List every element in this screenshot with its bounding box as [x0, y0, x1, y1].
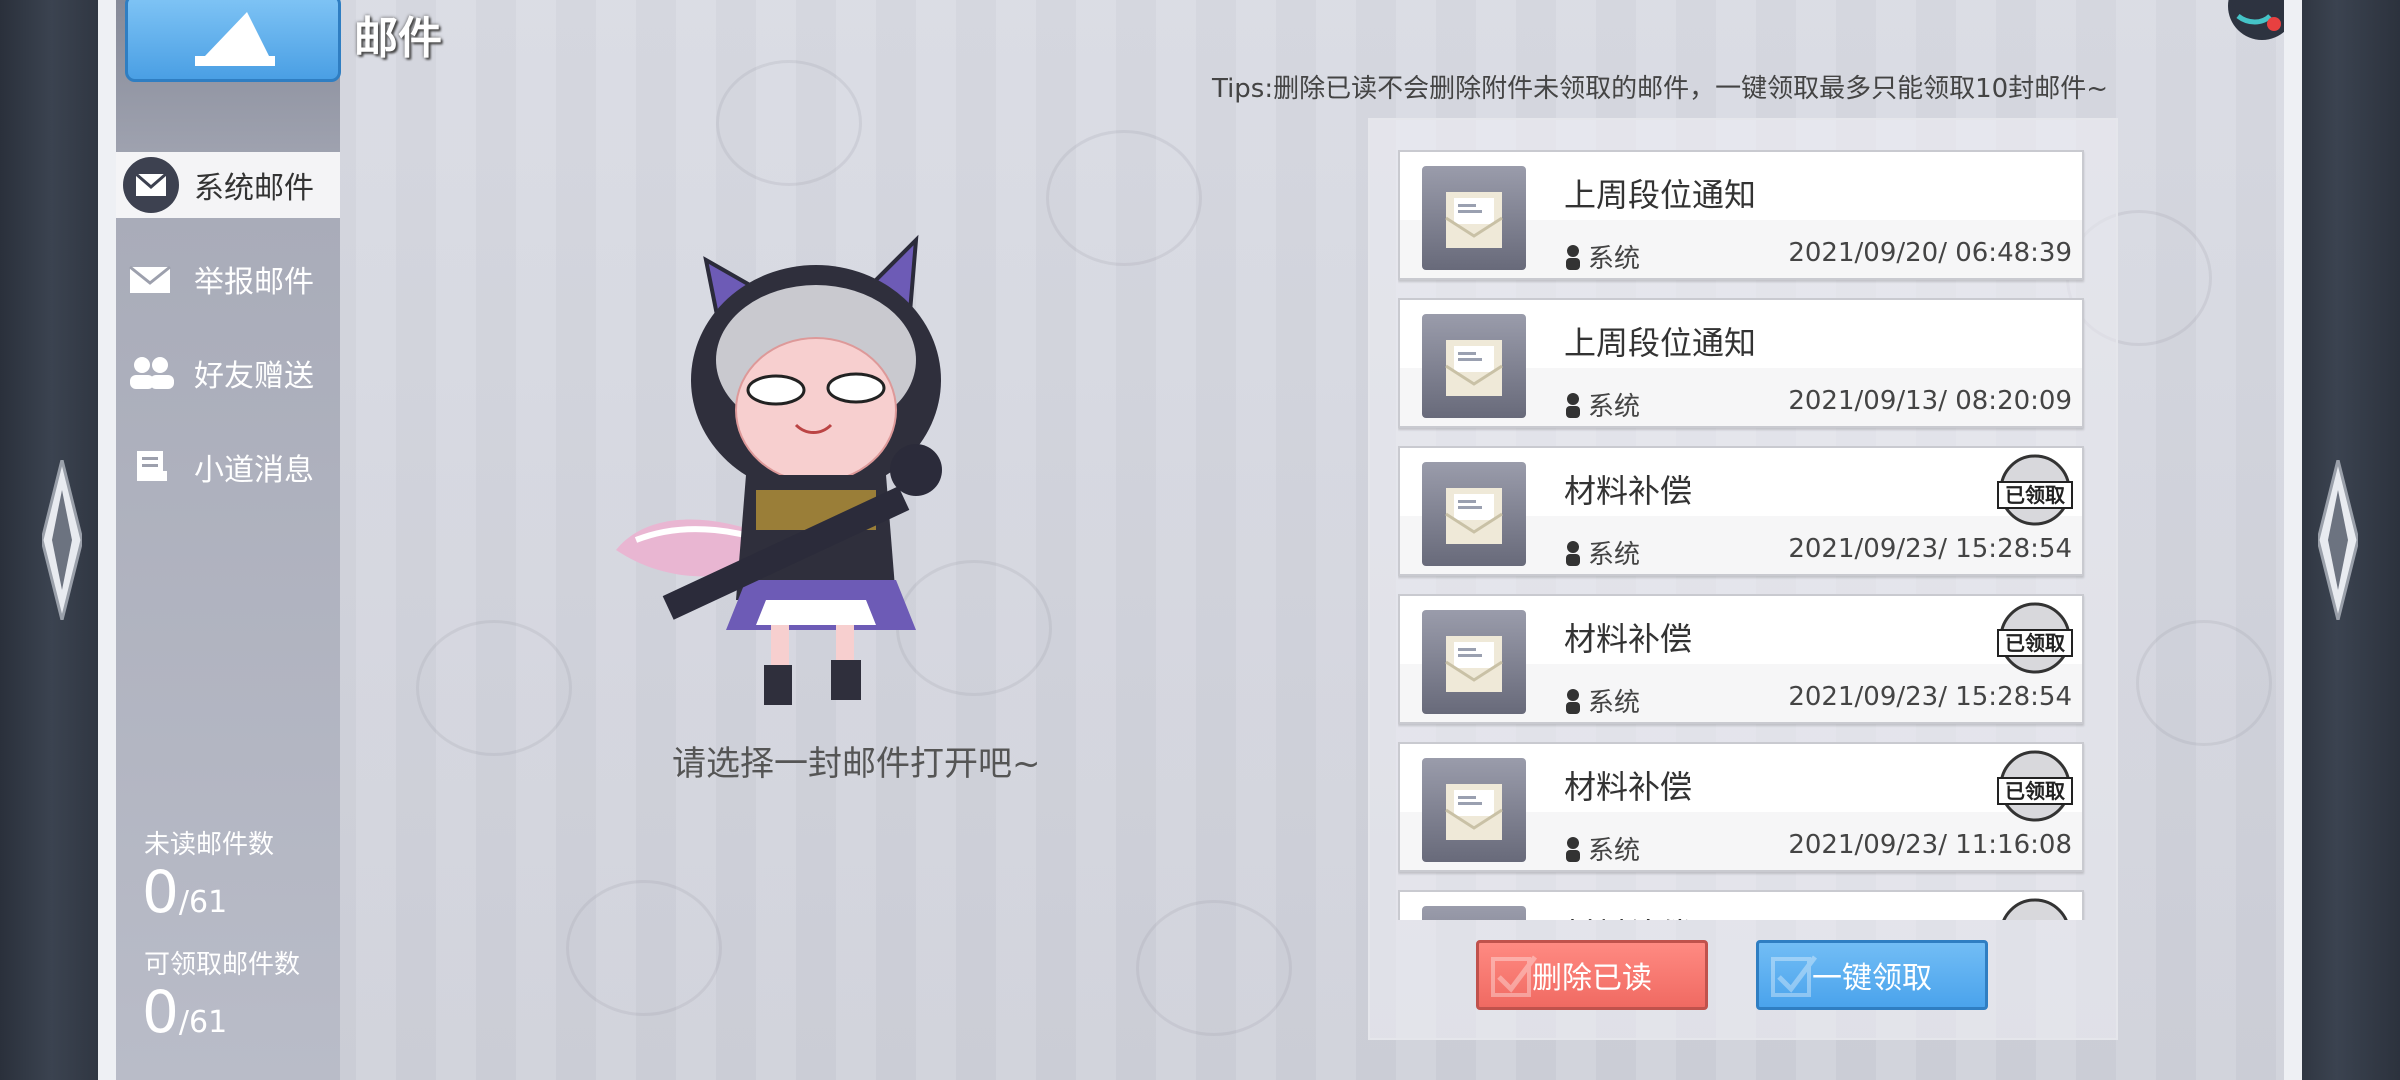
sidebar: 系统邮件 举报邮件 好友赠送 小道消息 未读邮件数 0/61 可领取邮件数 0/…	[116, 0, 341, 1080]
envelope-icon	[122, 156, 180, 214]
bg-doodle	[2136, 620, 2272, 746]
mail-sender: 系统	[1564, 682, 1640, 719]
mail-date: 2021/09/23/ 15:28:54	[1788, 682, 2072, 712]
svg-text:已领取: 已领取	[2005, 779, 2065, 803]
unread-count-value: 0	[142, 858, 179, 926]
mail-date: 2021/09/20/ 06:48:39	[1788, 238, 2072, 268]
mail-list[interactable]: 上周段位通知 系统 2021/09/20/ 06:48:39 上周段位通知 系统…	[1398, 150, 2088, 920]
claimed-stamp-icon: 已领取	[1997, 454, 2073, 526]
bg-doodle	[416, 620, 572, 756]
svg-text:已领取: 已领取	[2005, 631, 2065, 655]
delete-read-button[interactable]: 删除已读	[1476, 940, 1708, 1010]
mail-item[interactable]: 上周段位通知 系统 2021/09/13/ 08:20:09	[1398, 298, 2084, 428]
mascot-character-illustration	[596, 220, 1016, 720]
claimable-total-value: 61	[189, 1005, 228, 1040]
svg-text:已领取: 已领取	[2005, 483, 2065, 507]
bg-doodle	[1136, 900, 1292, 1036]
mail-item[interactable]: 材料补偿 已领取	[1398, 890, 2084, 920]
user-icon	[1566, 540, 1580, 566]
delete-read-label: 删除已读	[1532, 961, 1652, 996]
left-arrow-icon	[42, 460, 82, 620]
claimable-count-label: 可领取邮件数	[144, 950, 301, 980]
user-icon	[1566, 392, 1580, 418]
mail-sender: 系统	[1564, 534, 1640, 571]
mail-envelope-icon	[1422, 462, 1526, 566]
mail-item[interactable]: 材料补偿 系统 2021/09/23/ 15:28:54 已领取	[1398, 446, 2084, 576]
mail-title: 材料补偿	[1564, 620, 1693, 658]
right-arrow-icon	[2318, 460, 2358, 620]
left-frame-border	[98, 0, 116, 1080]
claim-all-label: 一键领取	[1812, 961, 1932, 996]
mail-title: 上周段位通知	[1564, 176, 1757, 214]
sidebar-item-friend-gifts[interactable]: 好友赠送	[116, 340, 340, 406]
claimed-stamp-icon: 已领取	[1997, 602, 2073, 674]
mail-envelope-icon	[1422, 906, 1526, 920]
unread-count: 0/61	[142, 858, 228, 926]
mail-envelope-icon	[1422, 314, 1526, 418]
bg-doodle	[716, 60, 862, 186]
unread-total-value: 61	[189, 885, 228, 920]
select-mail-hint: 请选择一封邮件打开吧~	[672, 744, 1041, 784]
mail-envelope-icon	[1422, 758, 1526, 862]
sidebar-item-label: 小道消息	[194, 453, 314, 488]
news-icon	[122, 438, 180, 496]
mail-sender-name: 系统	[1588, 836, 1641, 866]
friends-icon	[122, 344, 180, 402]
claimed-stamp-icon: 已领取	[2002, 898, 2068, 920]
sidebar-item-rumors[interactable]: 小道消息	[116, 434, 340, 500]
sidebar-item-system-mail[interactable]: 系统邮件	[116, 152, 340, 218]
mail-list-panel: 上周段位通知 系统 2021/09/20/ 06:48:39 上周段位通知 系统…	[1368, 118, 2118, 1040]
mail-item[interactable]: 材料补偿 系统 2021/09/23/ 11:16:08 已领取	[1398, 742, 2084, 872]
claimable-count-value: 0	[142, 978, 179, 1046]
mail-date: 2021/09/23/ 15:28:54	[1788, 534, 2072, 564]
claimable-count: 0/61	[142, 978, 228, 1046]
mail-title: 材料补偿	[1564, 910, 1692, 920]
mail-title: 上周段位通知	[1564, 324, 1757, 362]
report-mail-icon	[122, 250, 180, 308]
right-frame-border	[2284, 0, 2302, 1080]
mail-envelope-icon	[1422, 610, 1526, 714]
back-button[interactable]	[125, 0, 341, 82]
user-icon	[1566, 688, 1580, 714]
mail-title: 材料补偿	[1564, 472, 1693, 510]
mail-item[interactable]: 材料补偿 系统 2021/09/23/ 15:28:54 已领取	[1398, 594, 2084, 724]
sidebar-item-report-mail[interactable]: 举报邮件	[116, 246, 340, 312]
mail-sender-name: 系统	[1588, 540, 1641, 570]
tips-text: Tips:删除已读不会删除附件未领取的邮件，一键领取最多只能领取10封邮件~	[1212, 74, 2108, 104]
mail-date: 2021/09/23/ 11:16:08	[1788, 830, 2072, 860]
sidebar-item-label: 好友赠送	[194, 359, 314, 394]
mail-sender-name: 系统	[1588, 688, 1641, 718]
unread-count-label: 未读邮件数	[144, 830, 275, 860]
page-title: 邮件	[354, 13, 442, 64]
bg-doodle	[566, 880, 722, 1016]
bg-doodle	[1046, 130, 1202, 266]
mail-sender-name: 系统	[1588, 392, 1641, 422]
mail-sender-name: 系统	[1588, 244, 1641, 274]
back-arrow-icon	[195, 12, 275, 66]
mail-sender: 系统	[1564, 238, 1640, 275]
right-frame	[2285, 0, 2400, 1080]
user-icon	[1566, 244, 1580, 270]
notification-badge-icon	[2228, 0, 2284, 40]
sidebar-item-label: 举报邮件	[194, 265, 314, 300]
mail-panel: 系统邮件 举报邮件 好友赠送 小道消息 未读邮件数 0/61 可领取邮件数 0/…	[116, 0, 2284, 1080]
mail-item[interactable]: 上周段位通知 系统 2021/09/20/ 06:48:39	[1398, 150, 2084, 280]
claimed-stamp-icon: 已领取	[1997, 750, 2073, 822]
claim-all-button[interactable]: 一键领取	[1756, 940, 1988, 1010]
user-icon	[1566, 836, 1580, 862]
mail-sender: 系统	[1564, 386, 1640, 423]
sidebar-item-label: 系统邮件	[194, 171, 314, 206]
mail-sender: 系统	[1564, 830, 1640, 867]
mail-title: 材料补偿	[1564, 768, 1693, 806]
mail-envelope-icon	[1422, 166, 1526, 270]
mail-date: 2021/09/13/ 08:20:09	[1788, 386, 2072, 416]
